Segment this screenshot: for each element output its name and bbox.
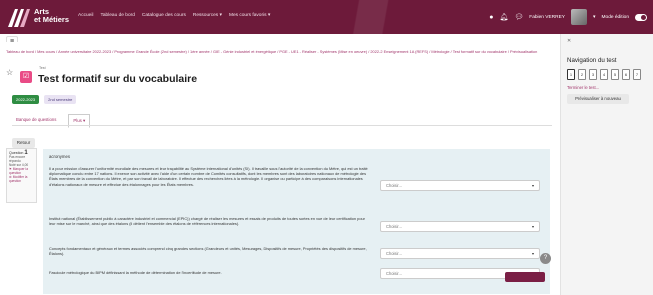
match-select-value: Choisir... (386, 183, 402, 188)
match-select-value: Choisir... (386, 271, 402, 276)
match-row-text: Institut national (Établissement public … (49, 216, 365, 227)
match-row: Il a pour mission d'assurer l'uniformité… (49, 166, 549, 206)
quiz-navigation-drawer: ✕ Navigation du test 1 2 3 4 5 6 7 Termi… (560, 34, 653, 295)
quiz-nav-question-3[interactable]: 3 (589, 69, 597, 80)
match-row-text: Il a pour mission d'assurer l'uniformité… (49, 166, 368, 187)
back-button[interactable]: Retour (12, 138, 35, 148)
nav-mes-cours-favoris[interactable]: Mes cours favoris ▾ (229, 13, 270, 18)
dot-icon: ● (489, 13, 494, 21)
quiz-nav-buttons: 1 2 3 4 5 6 7 (567, 69, 641, 80)
flag-question-label: Marquer la question (9, 167, 28, 175)
avatar[interactable] (571, 9, 588, 25)
arts-et-metiers-logo[interactable] (8, 7, 30, 27)
banner-decoration (300, 0, 440, 34)
quiz-nav-question-2[interactable]: 2 (578, 69, 586, 80)
match-select-value: Choisir... (386, 251, 402, 256)
help-icon[interactable]: ? (540, 253, 551, 264)
edit-mode-label: Mode édition (601, 14, 629, 20)
quiz-nav-question-7[interactable]: 7 (633, 69, 641, 80)
year-badge: 2022-2023 (12, 95, 40, 104)
quiz-nav-question-6[interactable]: 6 (622, 69, 630, 80)
quiz-icon: ☑ (20, 71, 32, 83)
message-icon[interactable]: 💬︎ (514, 13, 523, 21)
match-row-text: Concepts fondamentaux et généraux et ter… (49, 246, 367, 257)
flag-question-link[interactable]: ⚑ Marquer la question (9, 167, 34, 175)
main-region: ≡ Tableau de bord / Mes cours / Année un… (0, 34, 560, 295)
breadcrumb[interactable]: Tableau de bord / Mes cours / Année univ… (6, 49, 554, 54)
nav-tableau-de-bord[interactable]: Tableau de bord (100, 13, 134, 18)
chevron-down-icon: ▾ (531, 224, 534, 229)
top-navbar: Arts et Métiers Accueil Tableau de bord … (0, 0, 653, 34)
question-prompt: acronymes (49, 154, 71, 159)
question-content: acronymes Il a pour mission d'assurer l'… (43, 149, 550, 294)
match-select[interactable]: Choisir... ▾ (380, 221, 540, 232)
nav-ressources[interactable]: Ressources ▾ (193, 13, 222, 18)
quiz-nav-title: Navigation du test (567, 57, 617, 64)
chevron-down-icon: ▾ (531, 251, 534, 256)
user-name[interactable]: Fabien VERREY (529, 15, 565, 20)
edit-question-link[interactable]: ⚙ Modifier la question (9, 175, 34, 183)
question-status: Pas encore répondu (9, 155, 26, 163)
close-icon[interactable]: ✕ (567, 38, 571, 44)
quiz-nav-question-1[interactable]: 1 (567, 69, 575, 80)
question-info-panel: Question 1 Pas encore répondu Noté sur 4… (6, 148, 37, 203)
main-navigation: Accueil Tableau de bord Catalogue des co… (78, 13, 270, 18)
quiz-nav-question-4[interactable]: 4 (600, 69, 608, 80)
match-row: Fascicule métrologique du BIPM définissa… (49, 268, 549, 282)
star-icon[interactable]: ☆ (6, 68, 13, 77)
page-title: Test formatif sur du vocabulaire (38, 73, 198, 85)
page-header: Tableau de bord / Mes cours / Année univ… (6, 42, 554, 164)
match-row: Concepts fondamentaux et généraux et ter… (49, 246, 549, 262)
match-row: Institut national (Établissement public … (49, 216, 549, 238)
match-select[interactable]: Choisir... ▾ (380, 248, 540, 259)
chevron-down-icon: ▾ (531, 183, 534, 188)
preview-again-button[interactable]: Prévisualiser à nouveau (567, 94, 629, 104)
match-row-text: Fascicule métrologique du BIPM définissa… (49, 270, 222, 275)
chevron-down-icon[interactable]: ▾ (593, 14, 596, 20)
edit-question-label: Modifier la question (9, 175, 28, 183)
nav-accueil[interactable]: Accueil (78, 13, 93, 18)
brand-name: Arts et Métiers (34, 8, 69, 24)
user-menu-area: ● 🔔︎ 💬︎ Fabien VERREY ▾ Mode édition (489, 9, 647, 25)
finish-attempt-link[interactable]: Terminer le test... (567, 85, 599, 90)
match-select[interactable]: Choisir... ▾ (380, 180, 540, 191)
next-page-button[interactable] (505, 272, 545, 282)
brand-line-2: et Métiers (34, 15, 70, 24)
nav-catalogue[interactable]: Catalogue des cours (142, 13, 186, 18)
course-badges: 2022-2023 2nd semestre (12, 95, 77, 104)
semester-badge: 2nd semestre (44, 95, 77, 104)
match-select-value: Choisir... (386, 224, 402, 229)
edit-mode-toggle[interactable] (635, 13, 647, 21)
quiz-nav-question-5[interactable]: 5 (611, 69, 619, 80)
notification-bell-icon[interactable]: 🔔︎ (500, 13, 509, 21)
activity-type-label: Test (39, 66, 46, 70)
tab-divider (12, 125, 552, 126)
